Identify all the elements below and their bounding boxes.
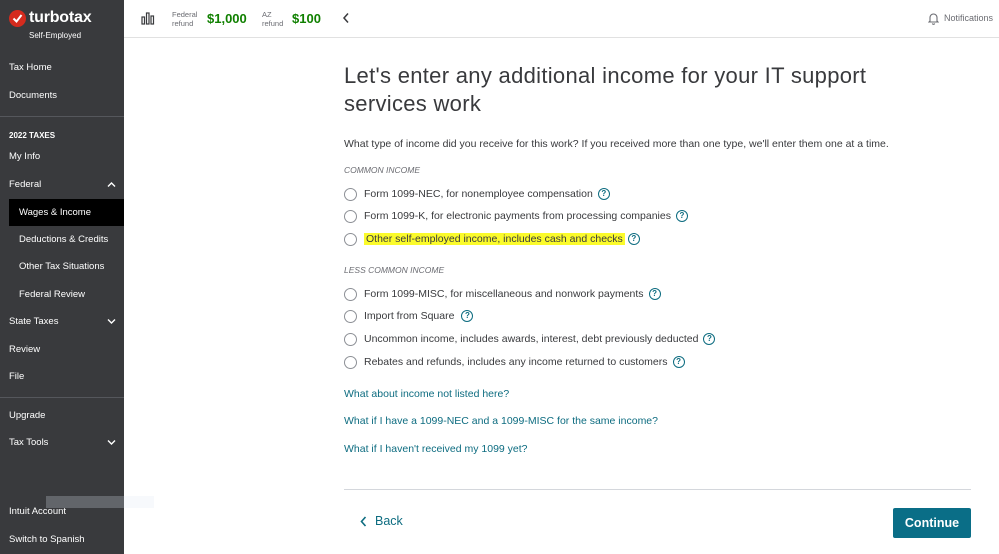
nav-federal-label: Federal (9, 179, 42, 190)
chevron-left-icon (360, 515, 367, 527)
top-bar: Federal refund $1,000 AZ refund $100 Not… (124, 0, 999, 38)
nav-wages-income[interactable]: Wages & Income (9, 199, 124, 226)
help-icon[interactable]: ? (675, 210, 688, 222)
option-rebates-refunds[interactable]: Rebates and refunds, includes any income… (344, 354, 685, 370)
radio-button[interactable] (344, 332, 357, 346)
option-desc: , includes any income returned to custom… (461, 356, 668, 368)
sidebar-divider (0, 397, 124, 398)
chevron-left-icon[interactable] (342, 12, 350, 24)
bell-icon[interactable] (928, 12, 939, 25)
option-title: Uncommon income (364, 333, 455, 345)
state-label-line2: refund (262, 19, 284, 28)
nav-deductions-credits[interactable]: Deductions & Credits (0, 230, 124, 250)
logo-text: turbotax (29, 9, 92, 26)
nav-other-tax-situations[interactable]: Other Tax Situations (0, 257, 124, 277)
option-title: Rebates and refunds (364, 356, 462, 368)
option-1099-k[interactable]: Form 1099-K, for electronic payments fro… (344, 208, 688, 224)
state-label-line1: AZ (262, 10, 272, 19)
link-no-1099-yet[interactable]: What if I haven't received my 1099 yet? (344, 443, 528, 455)
radio-button[interactable] (344, 355, 357, 369)
nav-upgrade[interactable]: Upgrade (0, 406, 124, 426)
nav-federal-review[interactable]: Federal Review (0, 285, 124, 305)
state-refund-amount: $100 (292, 11, 321, 26)
help-icon[interactable]: ? (703, 333, 716, 345)
nav-state-taxes-label: State Taxes (9, 316, 59, 327)
chevron-down-icon (107, 440, 116, 445)
back-label: Back (375, 514, 403, 528)
back-button[interactable]: Back (360, 514, 403, 528)
radio-button[interactable] (344, 187, 357, 201)
help-icon[interactable]: ? (648, 288, 661, 300)
faded-overlay (46, 496, 154, 508)
option-1099-nec[interactable]: Form 1099-NEC, for nonemployee compensat… (344, 186, 610, 202)
radio-button[interactable] (344, 287, 357, 301)
bar-chart-icon[interactable] (141, 12, 155, 25)
option-title: Form 1099-MISC (364, 288, 445, 300)
radio-button[interactable] (344, 209, 357, 223)
sidebar: turbotax Self-Employed Tax Home Document… (0, 0, 124, 554)
radio-button[interactable] (344, 232, 357, 246)
edition-label: Self-Employed (29, 31, 82, 40)
help-icon[interactable]: ? (672, 356, 685, 368)
help-icon[interactable]: ? (461, 310, 474, 322)
option-desc: , for miscellaneous and nonwork payments (444, 288, 644, 300)
section-heading: 2022 TAXES (9, 131, 56, 140)
option-desc: , for nonemployee compensation (440, 188, 593, 200)
option-other-self-employed[interactable]: Other self-employed income, includes cas… (344, 231, 640, 247)
nav-tax-home[interactable]: Tax Home (0, 58, 124, 78)
option-uncommon-income[interactable]: Uncommon income, includes awards, intere… (344, 331, 716, 347)
nav-review[interactable]: Review (0, 340, 124, 360)
help-icon[interactable]: ? (597, 188, 610, 200)
option-1099-misc[interactable]: Form 1099-MISC, for miscellaneous and no… (344, 286, 661, 302)
option-title: Other self-employed income (366, 233, 498, 245)
link-1099-nec-and-misc[interactable]: What if I have a 1099-NEC and a 1099-MIS… (344, 415, 658, 427)
chevron-down-icon (107, 319, 116, 324)
link-income-not-listed[interactable]: What about income not listed here? (344, 388, 509, 400)
nav-file[interactable]: File (0, 367, 124, 387)
nav-documents[interactable]: Documents (0, 86, 124, 106)
highlighted-option-text: Other self-employed income, includes cas… (364, 233, 625, 245)
notifications-link[interactable]: Notifications (944, 13, 993, 23)
common-income-label: COMMON INCOME (344, 165, 421, 175)
option-desc: , includes cash and checks (497, 233, 623, 245)
nav-tax-tools-label: Tax Tools (9, 437, 49, 448)
option-import-square[interactable]: Import from Square ? (344, 308, 474, 324)
sidebar-divider (0, 116, 124, 117)
nav-tax-tools[interactable]: Tax Tools (0, 433, 124, 453)
nav-my-info[interactable]: My Info (0, 147, 124, 167)
nav-federal[interactable]: Federal (0, 175, 124, 195)
option-title: Form 1099-K (364, 210, 426, 222)
option-title: Import from Square (364, 310, 455, 322)
option-desc: , for electronic payments from processin… (425, 210, 671, 222)
page-title: Let's enter any additional income for yo… (344, 63, 867, 116)
checkmark-logo-icon (9, 10, 26, 27)
nav-state-taxes[interactable]: State Taxes (0, 312, 124, 332)
option-title: Form 1099-NEC (364, 188, 441, 200)
less-common-income-label: LESS COMMON INCOME (344, 265, 445, 275)
continue-button[interactable]: Continue (893, 508, 971, 538)
federal-refund-label: Federal refund (172, 10, 197, 28)
option-desc: , includes awards, interest, debt previo… (454, 333, 699, 345)
federal-label-line1: Federal (172, 10, 198, 19)
turbotax-logo[interactable]: turbotax Self-Employed (9, 9, 119, 41)
question-text: What type of income did you receive for … (344, 138, 889, 150)
help-icon[interactable]: ? (627, 233, 640, 245)
footer-divider (344, 489, 971, 490)
nav-switch-spanish[interactable]: Switch to Spanish (0, 530, 124, 550)
state-refund-label: AZ refund (262, 10, 283, 28)
federal-label-line2: refund (172, 19, 194, 28)
radio-button[interactable] (344, 309, 357, 323)
federal-refund-amount: $1,000 (207, 11, 247, 26)
chevron-up-icon (107, 182, 116, 187)
